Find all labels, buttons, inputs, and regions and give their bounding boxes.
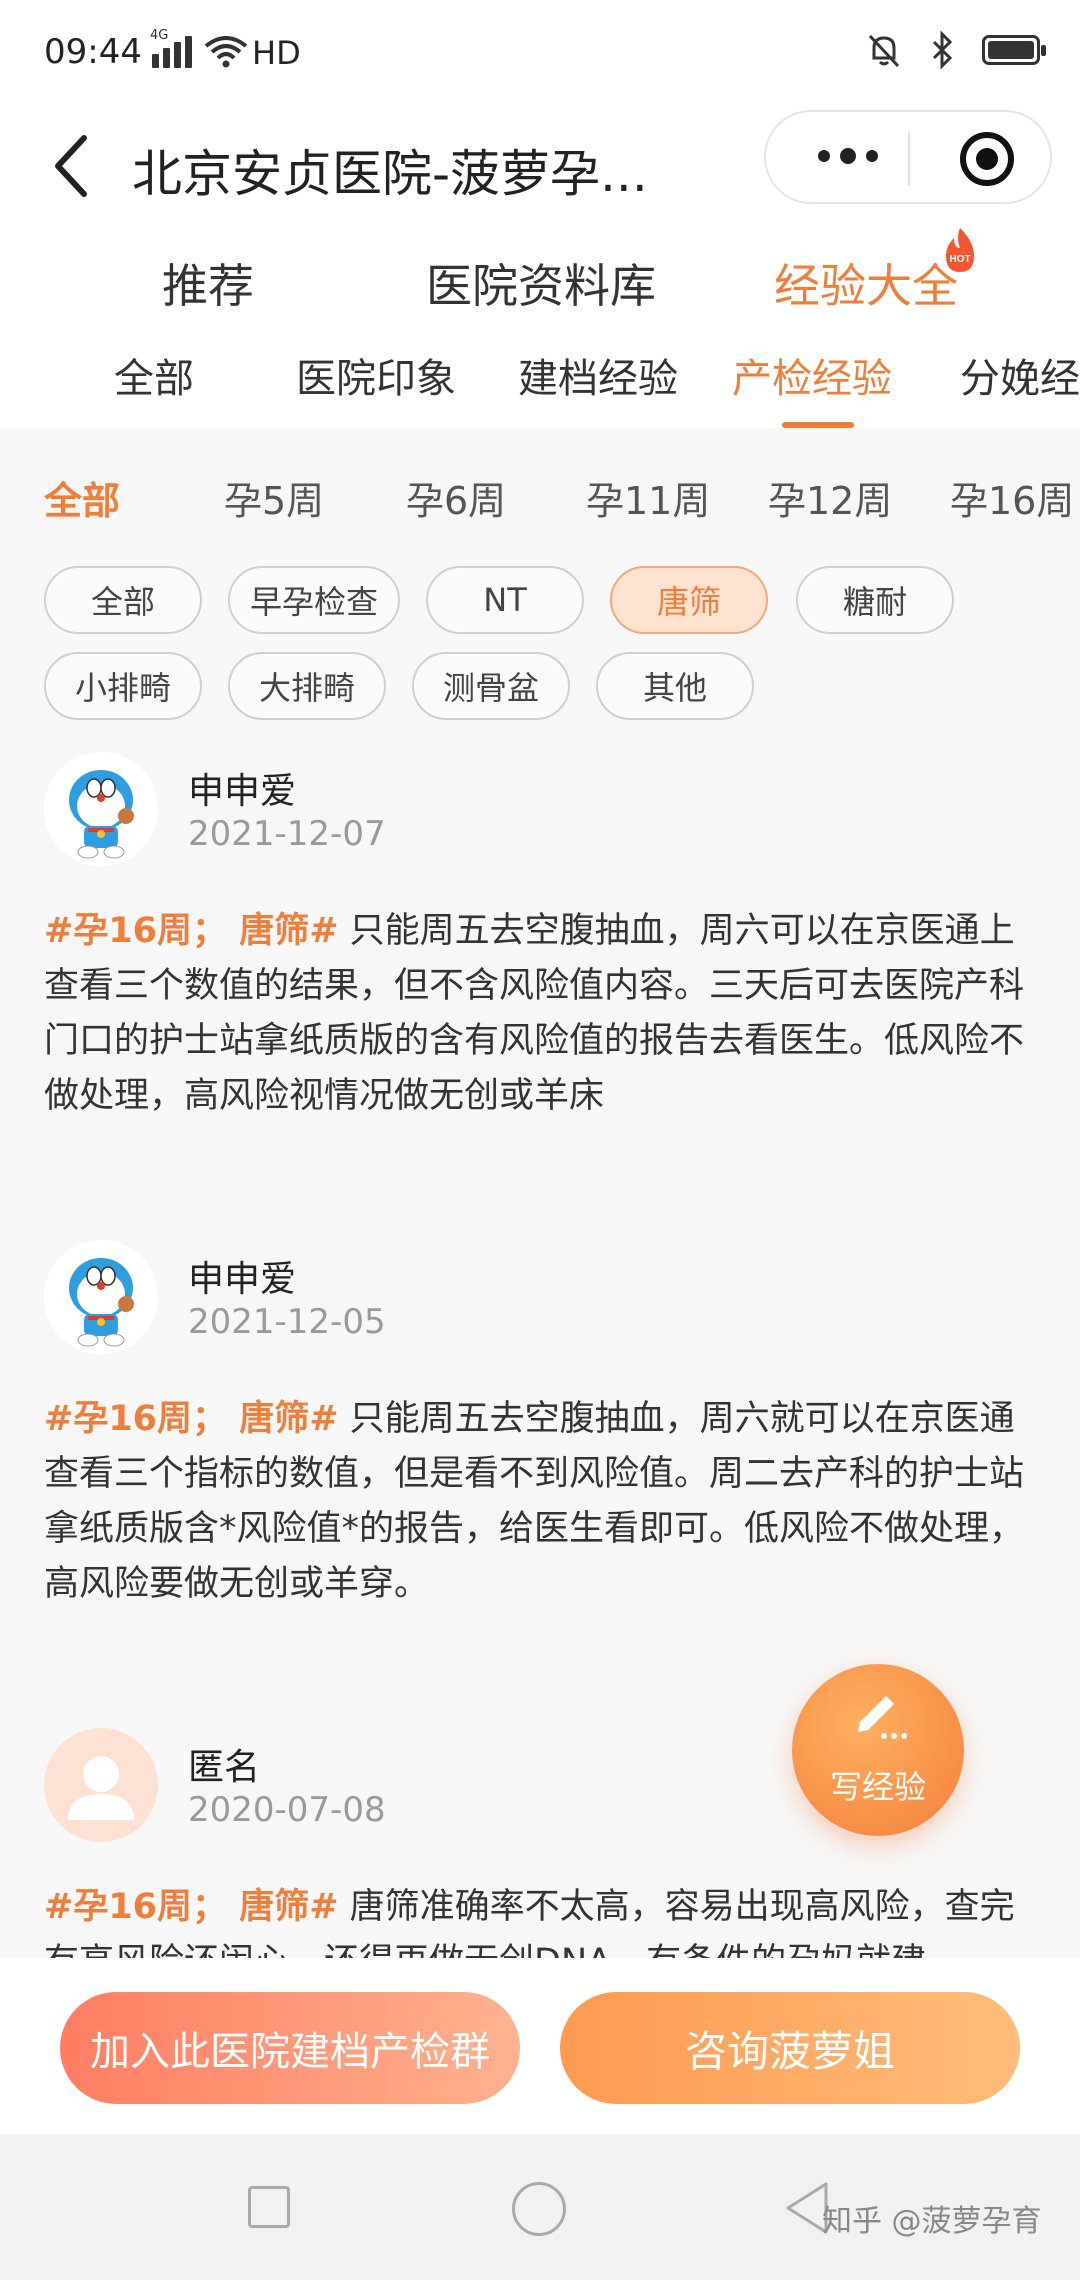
- home-icon[interactable]: [512, 2182, 566, 2236]
- chip-early-check[interactable]: 早孕检查: [228, 566, 400, 634]
- chip-pelvis[interactable]: 测骨盆: [412, 652, 570, 720]
- hot-badge: HOT: [949, 254, 970, 265]
- week-6[interactable]: 孕6周: [406, 470, 506, 525]
- cartoon-avatar-icon: [69, 770, 134, 859]
- subtab-registration[interactable]: 建档经验: [518, 346, 678, 404]
- title-bar: 北京安贞医院-菠萝孕...: [0, 110, 1080, 230]
- miniprogram-capsule: [764, 110, 1052, 204]
- week-16[interactable]: 孕16周: [950, 470, 1074, 525]
- wifi-icon: [204, 36, 248, 68]
- mute-bell-icon: [868, 34, 900, 68]
- signal-icon: 4G: [150, 28, 192, 68]
- sub-tabs: 全部 医院印象 建档经验 产检经验 分娩经: [0, 346, 1080, 428]
- chip-big-anomaly[interactable]: 大排畸: [228, 652, 386, 720]
- write-experience-button[interactable]: 写经验: [792, 1664, 964, 1836]
- post-date: 2021-12-07: [188, 814, 386, 854]
- consult-button[interactable]: 咨询菠萝姐: [560, 1992, 1020, 2104]
- chip-other[interactable]: 其他: [596, 652, 754, 720]
- avatar: [44, 1728, 158, 1842]
- post-content: #孕16周； 唐筛# 只能周五去空腹抽血，周六可以在京医通上查看三个数值的结果，…: [44, 904, 1034, 1124]
- subtab-delivery[interactable]: 分娩经: [960, 346, 1080, 404]
- join-group-button[interactable]: 加入此医院建档产检群: [60, 1992, 520, 2104]
- week-12[interactable]: 孕12周: [768, 470, 892, 525]
- bottom-action-bar: 加入此医院建档产检群 咨询菠萝姐: [0, 1958, 1080, 2134]
- pencil-icon: [858, 1696, 907, 1739]
- hot-fire-icon: HOT: [946, 228, 974, 272]
- page-title: 北京安贞医院-菠萝孕...: [132, 145, 648, 203]
- avatar: [44, 752, 158, 866]
- network-type: 4G: [150, 28, 169, 43]
- post-author: 申申爱: [188, 1259, 297, 1300]
- post-tags[interactable]: #孕16周； 唐筛#: [44, 1399, 339, 1439]
- tab-hospital-library[interactable]: 医院资料库: [426, 250, 656, 316]
- back-arrow-icon[interactable]: [44, 126, 104, 206]
- main-tabs: 推荐 医院资料库 经验大全: [0, 250, 1080, 320]
- recent-apps-icon[interactable]: [248, 2186, 290, 2228]
- capsule-divider: [908, 132, 910, 186]
- status-time: 09:44: [44, 32, 142, 72]
- chip-tangshai[interactable]: 唐筛: [610, 566, 768, 634]
- hd-indicator: HD: [252, 34, 301, 72]
- close-target-icon[interactable]: [960, 132, 1014, 186]
- write-experience-label: 写经验: [829, 1768, 926, 1806]
- cartoon-avatar-icon: [69, 1258, 134, 1347]
- chip-all[interactable]: 全部: [44, 566, 202, 634]
- bluetooth-icon: [932, 30, 953, 70]
- more-icon[interactable]: [818, 148, 878, 164]
- post-date: 2021-12-05: [188, 1302, 386, 1342]
- week-5[interactable]: 孕5周: [224, 470, 324, 525]
- chip-small-anomaly[interactable]: 小排畸: [44, 652, 202, 720]
- subtab-indicator: [782, 422, 854, 428]
- post-date: 2020-07-08: [188, 1790, 386, 1830]
- avatar: [44, 1240, 158, 1354]
- status-bar: 09:44 4G HD: [0, 0, 1080, 110]
- week-11[interactable]: 孕11周: [586, 470, 710, 525]
- subtab-prenatal-checkup[interactable]: 产检经验: [732, 346, 892, 404]
- watermark: 知乎 @菠萝孕育: [822, 2204, 1042, 2239]
- post-tags[interactable]: #孕16周； 唐筛#: [44, 1887, 339, 1927]
- tab-experience[interactable]: 经验大全: [774, 250, 958, 316]
- post-tags[interactable]: #孕16周； 唐筛#: [44, 911, 339, 951]
- subtab-all[interactable]: 全部: [114, 346, 194, 404]
- anonymous-user-icon: [68, 1756, 134, 1820]
- post-content: #孕16周； 唐筛# 唐筛准确率不太高，容易出现高风险，查完有高风险还闹心，还得…: [44, 1880, 1034, 1958]
- tab-recommend[interactable]: 推荐: [162, 250, 254, 316]
- chip-glucose[interactable]: 糖耐: [796, 566, 954, 634]
- post-author: 匿名: [188, 1747, 261, 1788]
- subtab-hospital-impression[interactable]: 医院印象: [296, 346, 456, 404]
- battery-icon: [982, 35, 1046, 65]
- week-all[interactable]: 全部: [44, 470, 120, 525]
- post-content: #孕16周； 唐筛# 只能周五去空腹抽血，周六就可以在京医通查看三个指标的数值，…: [44, 1392, 1034, 1612]
- post-author: 申申爱: [188, 771, 297, 812]
- chip-nt[interactable]: NT: [426, 566, 584, 634]
- week-filter: 全部 孕5周 孕6周 孕11周 孕12周 孕16周: [0, 470, 1080, 530]
